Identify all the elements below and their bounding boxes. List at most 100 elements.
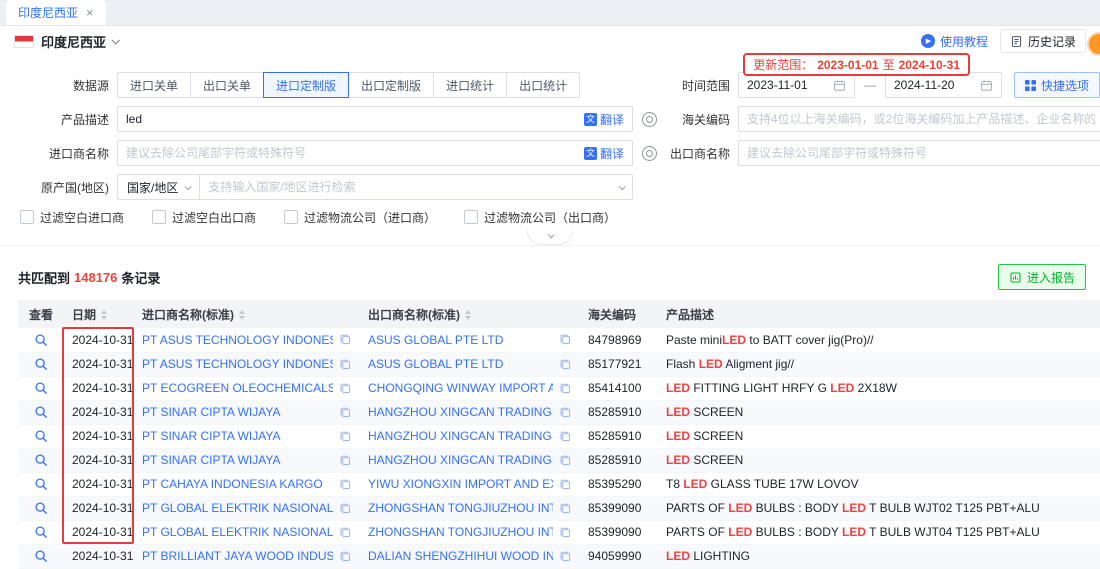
copy-icon[interactable] [559,454,572,467]
view-detail-button[interactable] [34,333,48,347]
exporter-field [738,140,1100,166]
browser-tab-bar: 印度尼西亚 × [0,0,1100,26]
table-header-row: 查看日期进口商名称(标准)出口商名称(标准)海关编码产品描述 [18,300,1100,328]
view-detail-button[interactable] [34,405,48,419]
sort-icon[interactable] [465,310,471,320]
product-desc-input[interactable] [126,112,578,126]
copy-icon[interactable] [559,430,572,443]
cell-content: PT GLOBAL ELEKTRIK NASIONAL [142,501,352,515]
checkbox-icon[interactable] [464,210,478,224]
checkbox-icon[interactable] [152,210,166,224]
importer-link[interactable]: PT ASUS TECHNOLOGY INDONESIA BA... [142,357,333,371]
sort-icon[interactable] [101,310,107,320]
checkbox-icon[interactable] [20,210,34,224]
view-detail-button[interactable] [34,501,48,515]
filter-checkbox[interactable]: 过滤物流公司（进口商） [284,209,436,226]
origin-search-input[interactable] [208,180,619,194]
copy-icon[interactable] [559,502,572,515]
importer-link[interactable]: PT SINAR CIPTA WIJAYA [142,429,333,443]
exporter-input[interactable] [747,146,1095,160]
copy-icon[interactable] [559,382,572,395]
copy-icon[interactable] [339,478,352,491]
chevron-down-icon[interactable] [111,36,119,44]
table-row: 2024-10-31PT ASUS TECHNOLOGY INDONESIA B… [18,328,1100,352]
importer-link[interactable]: PT GLOBAL ELEKTRIK NASIONAL [142,525,333,539]
view-detail-button[interactable] [34,357,48,371]
translate-button[interactable]: 文 翻译 [584,145,624,162]
column-header[interactable]: 出口商名称(标准) [360,300,580,328]
view-detail-button[interactable] [34,525,48,539]
copy-icon[interactable] [339,406,352,419]
view-detail-button[interactable] [34,453,48,467]
data-source-tab[interactable]: 出口定制版 [348,72,434,98]
copy-icon[interactable] [559,333,572,346]
view-detail-button[interactable] [34,429,48,443]
view-detail-button[interactable] [34,549,48,563]
page-tab[interactable]: 印度尼西亚 × [6,0,106,25]
copy-icon[interactable] [339,430,352,443]
copy-icon[interactable] [339,358,352,371]
exporter-link[interactable]: DALIAN SHENGZHIHUI WOOD INDUST... [368,549,553,563]
history-button[interactable]: 历史记录 [1000,29,1086,53]
data-source-tab[interactable]: 进口统计 [433,72,507,98]
importer-link[interactable]: PT ECOGREEN OLEOCHEMICALS [142,381,333,395]
copy-icon[interactable] [339,333,352,346]
importer-link[interactable]: PT ASUS TECHNOLOGY INDONESIA BA... [142,333,333,347]
exporter-link[interactable]: ASUS GLOBAL PTE LTD [368,333,553,347]
importer-link[interactable]: PT BRILLIANT JAYA WOOD INDUSTRY [142,549,333,563]
cell-content: PT SINAR CIPTA WIJAYA [142,405,352,419]
exact-match-icon[interactable] [642,112,657,127]
copy-icon[interactable] [339,526,352,539]
copy-icon[interactable] [339,382,352,395]
exporter-link[interactable]: HANGZHOU XINGCAN TRADING CO LTD [368,429,553,443]
checkbox-icon[interactable] [284,210,298,224]
filter-checkbox[interactable]: 过滤空白进口商 [20,209,124,226]
exact-match-icon[interactable] [642,146,657,161]
data-source-tab[interactable]: 进口关单 [117,72,191,98]
exporter-link[interactable]: ZHONGSHAN TONGJIUZHOU INTERNA... [368,501,553,515]
exporter-link[interactable]: CHONGQING WINWAY IMPORT AND E... [368,381,553,395]
view-detail-button[interactable] [34,381,48,395]
copy-icon[interactable] [339,454,352,467]
quick-options-button[interactable]: 快捷选项 [1014,72,1100,98]
copy-icon[interactable] [339,550,352,563]
translate-button[interactable]: 文 翻译 [584,111,624,128]
exporter-link[interactable]: ASUS GLOBAL PTE LTD [368,357,553,371]
importer-link[interactable]: PT SINAR CIPTA WIJAYA [142,453,333,467]
importer-input[interactable] [126,146,578,160]
copy-icon[interactable] [559,526,572,539]
column-header[interactable]: 日期 [64,300,134,328]
view-cell [18,496,64,520]
view-detail-button[interactable] [34,477,48,491]
data-source-tab[interactable]: 出口统计 [506,72,580,98]
copy-icon[interactable] [559,358,572,371]
update-range-annotation: 更新范围： 2023-01-01 至 2024-10-31 [743,53,970,76]
exporter-link[interactable]: ZHONGSHAN TONGJIUZHOU INTERNA... [368,525,553,539]
checkbox-label: 过滤物流公司（出口商） [484,209,616,226]
filter-checkbox[interactable]: 过滤物流公司（出口商） [464,209,616,226]
origin-type-select[interactable]: 国家/地区 [117,174,200,200]
importer-link[interactable]: PT SINAR CIPTA WIJAYA [142,405,333,419]
enter-report-button[interactable]: 进入报告 [998,264,1086,290]
tab-close-icon[interactable]: × [86,6,94,19]
sort-icon[interactable] [239,310,245,320]
exporter-link[interactable]: YIWU XIONGXIN IMPORT AND EXPORT... [368,477,553,491]
copy-icon[interactable] [559,478,572,491]
chevron-down-icon[interactable] [619,183,626,190]
filter-checkbox[interactable]: 过滤空白出口商 [152,209,256,226]
column-header[interactable]: 进口商名称(标准) [134,300,360,328]
importer-link[interactable]: PT CAHAYA INDONESIA KARGO [142,477,333,491]
importer-link[interactable]: PT GLOBAL ELEKTRIK NASIONAL [142,501,333,515]
exporter-link[interactable]: HANGZHOU XINGCAN TRADING CO LTD [368,405,553,419]
exporter-link[interactable]: HANGZHOU XINGCAN TRADING CO LTD [368,453,553,467]
exporter-cell: ZHONGSHAN TONGJIUZHOU INTERNA... [360,496,580,520]
copy-icon[interactable] [559,406,572,419]
hs-code-input[interactable] [747,112,1095,126]
results-panel: 共匹配到 148176 条记录 进入报告 查看日期进口商名称(标准)出口商名称(… [0,246,1100,569]
collapse-filters-toggle[interactable] [527,231,573,245]
tutorial-link[interactable]: ▶ 使用教程 [921,33,988,50]
data-source-tab[interactable]: 进口定制版 [263,72,349,98]
copy-icon[interactable] [339,502,352,515]
data-source-tab[interactable]: 出口关单 [190,72,264,98]
copy-icon[interactable] [559,550,572,563]
